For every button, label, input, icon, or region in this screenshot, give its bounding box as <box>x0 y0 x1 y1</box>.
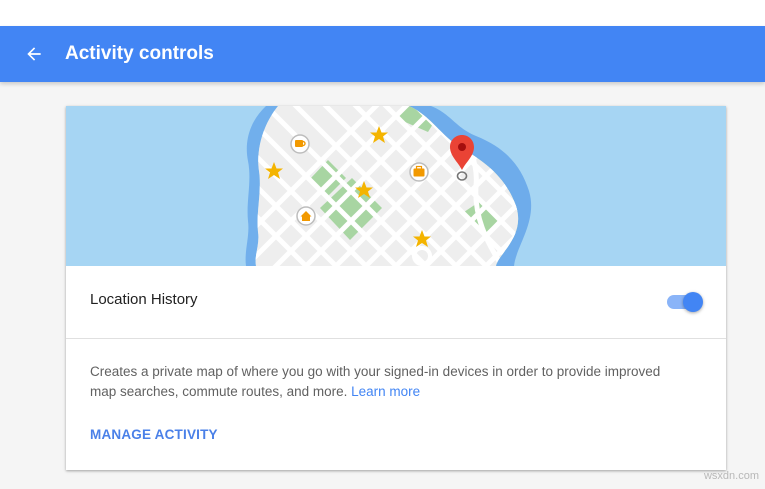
manage-activity-button[interactable]: MANAGE ACTIVITY <box>90 426 218 444</box>
briefcase-icon <box>409 162 429 182</box>
location-history-card: Location History Creates a private map o… <box>66 106 726 470</box>
learn-more-link[interactable]: Learn more <box>351 384 420 399</box>
home-icon <box>296 206 316 226</box>
location-history-description: Creates a private map of where you go wi… <box>90 362 690 402</box>
top-strip <box>0 0 765 26</box>
map-illustration <box>66 106 726 266</box>
watermark: wsxdn.com <box>703 470 759 482</box>
location-history-toggle[interactable] <box>665 288 705 316</box>
toggle-thumb <box>683 292 703 312</box>
location-history-label: Location History <box>90 291 198 308</box>
page-title: Activity controls <box>65 43 214 64</box>
back-button[interactable] <box>20 40 48 68</box>
arrow-back-icon <box>27 47 41 61</box>
app-bar: Activity controls <box>0 26 765 82</box>
coffee-icon <box>290 134 310 154</box>
location-history-row[interactable]: Location History <box>66 266 726 339</box>
